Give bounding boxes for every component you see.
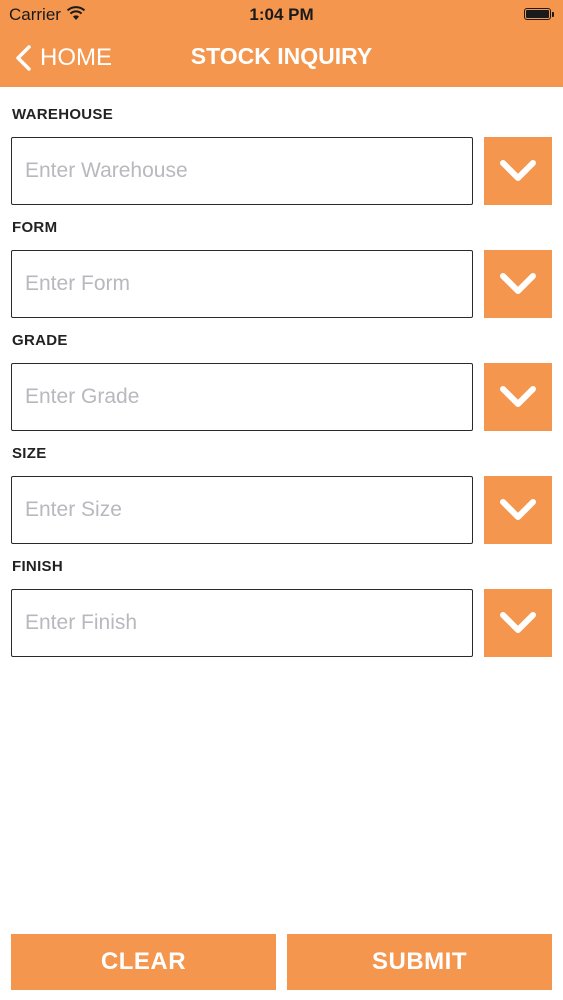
grade-dropdown-button[interactable] — [484, 363, 552, 431]
finish-field-group: FINISH — [0, 539, 563, 657]
chevron-down-icon — [500, 612, 536, 633]
size-label: SIZE — [12, 445, 47, 462]
size-input[interactable] — [11, 476, 473, 544]
submit-button[interactable]: SUBMIT — [287, 934, 552, 990]
finish-label: FINISH — [12, 558, 63, 575]
form-field-group: FORM — [0, 200, 563, 318]
size-field-group: SIZE — [0, 426, 563, 544]
warehouse-field-group: WAREHOUSE — [0, 87, 563, 205]
chevron-down-icon — [500, 160, 536, 181]
size-dropdown-button[interactable] — [484, 476, 552, 544]
chevron-down-icon — [500, 386, 536, 407]
chevron-down-icon — [500, 273, 536, 294]
finish-input[interactable] — [11, 589, 473, 657]
form-dropdown-button[interactable] — [484, 250, 552, 318]
grade-input[interactable] — [11, 363, 473, 431]
battery-icon — [524, 8, 554, 20]
navigation-bar: HOME STOCK INQUIRY — [0, 28, 563, 87]
app-header: Carrier 1:04 PM HOME STOCK INQUIRY — [0, 0, 563, 87]
form-input[interactable] — [11, 250, 473, 318]
chevron-down-icon — [500, 499, 536, 520]
grade-field-group: GRADE — [0, 313, 563, 431]
chevron-left-icon — [16, 45, 31, 71]
warehouse-input[interactable] — [11, 137, 473, 205]
warehouse-label: WAREHOUSE — [12, 106, 114, 123]
back-button-label: HOME — [40, 44, 112, 71]
grade-label: GRADE — [12, 332, 68, 349]
status-bar: Carrier 1:04 PM — [0, 0, 563, 28]
action-footer: CLEAR SUBMIT — [0, 934, 563, 990]
finish-dropdown-button[interactable] — [484, 589, 552, 657]
warehouse-dropdown-button[interactable] — [484, 137, 552, 205]
status-clock: 1:04 PM — [249, 5, 314, 24]
form-label: FORM — [12, 219, 58, 236]
clear-button[interactable]: CLEAR — [11, 934, 276, 990]
stock-inquiry-form: WAREHOUSE FORM GRADE SIZE — [0, 87, 563, 657]
back-home-button[interactable]: HOME — [14, 42, 112, 74]
